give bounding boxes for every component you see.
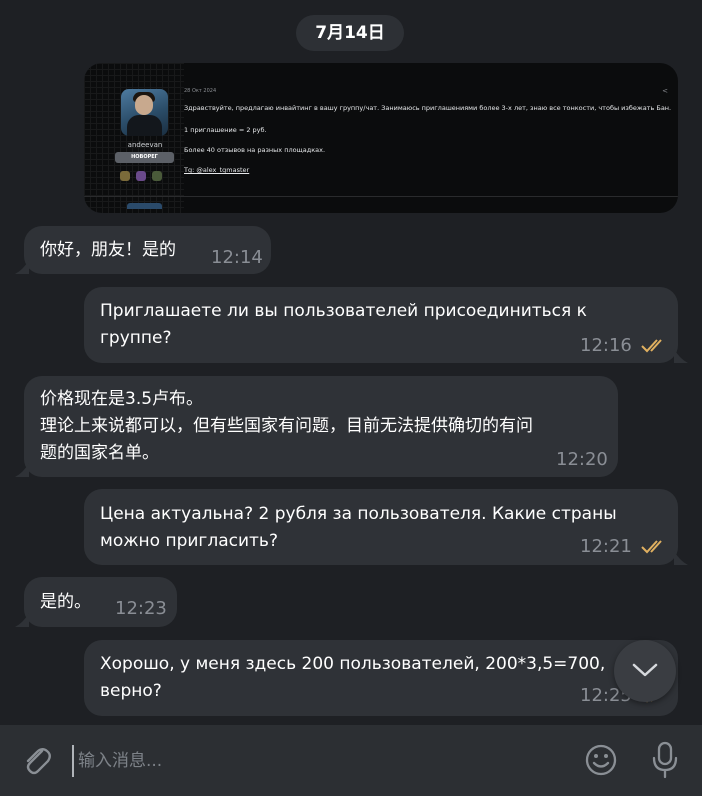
double-check-icon <box>641 540 662 554</box>
bubble-tail <box>674 349 688 363</box>
message-text: 你好，朋友！是的 <box>40 240 176 260</box>
message-incoming[interactable]: 价格现在是3.5卢布。 理论上来说都可以，但有些国家有问题，目前无法提供确切的有… <box>24 376 618 477</box>
message-text: Приглашаете ли вы пользователей присоеди… <box>100 301 587 348</box>
post-author-name: andeevan <box>127 141 163 149</box>
message-incoming[interactable]: 你好，朋友！是的 12:14 <box>24 226 271 274</box>
message-text: 是的。 <box>40 592 91 612</box>
post-background-pattern <box>84 63 184 213</box>
message-time: 12:21 <box>580 536 632 557</box>
post-divider <box>84 196 678 197</box>
message-outgoing[interactable]: Хорошо, у меня здесь 200 пользователей, … <box>84 640 678 716</box>
bubble-tail <box>674 551 688 565</box>
post-author-badge: НОВОРЕГ <box>115 152 174 163</box>
message-time: 12:16 <box>580 335 632 356</box>
message-text: Хорошо, у меня здесь 200 пользователей, … <box>100 654 606 701</box>
double-check-icon <box>641 339 662 353</box>
message-outgoing[interactable]: Цена актуальна? 2 рубля за пользователя.… <box>84 489 678 565</box>
message-composer <box>0 725 702 796</box>
share-icon: < <box>662 87 668 95</box>
forwarded-post-image[interactable]: andeevan НОВОРЕГ 28 Окт 2024 < Здравству… <box>84 63 678 213</box>
message-time: 12:23 <box>115 598 167 619</box>
post-line: Здравствуйте, предлагаю инвайтинг в вашу… <box>184 104 672 112</box>
bubble-tail <box>15 260 29 274</box>
post-author-trophies <box>120 166 174 181</box>
message-incoming[interactable]: 是的。 12:23 <box>24 577 177 627</box>
message-text: 价格现在是3.5卢布。 理论上来说都可以，但有些国家有问题，目前无法提供确切的有… <box>40 389 533 463</box>
message-outgoing[interactable]: Приглашаете ли вы пользователей присоеди… <box>84 287 678 363</box>
bubble-tail <box>15 613 29 627</box>
paperclip-icon[interactable] <box>20 743 54 777</box>
chevron-down-icon <box>632 663 658 677</box>
message-time: 12:20 <box>556 449 608 470</box>
post-author-avatar <box>121 89 168 136</box>
post-date: 28 Окт 2024 <box>184 88 217 94</box>
post-telegram-link: Tg: @alex_tgmaster <box>184 166 250 174</box>
smile-icon[interactable] <box>584 743 618 777</box>
message-input[interactable] <box>72 745 560 777</box>
scroll-to-bottom-button[interactable] <box>614 640 676 702</box>
bubble-tail <box>15 463 29 477</box>
post-line: Более 40 отзывов на разных площадках. <box>184 146 326 154</box>
microphone-icon[interactable] <box>650 740 680 780</box>
post-line: 1 приглашение = 2 руб. <box>184 126 267 134</box>
message-text: Цена актуальна? 2 рубля за пользователя.… <box>100 504 617 551</box>
next-post-avatar <box>127 203 162 209</box>
message-time: 12:14 <box>211 247 263 268</box>
date-separator: 7月14日 <box>296 15 404 51</box>
